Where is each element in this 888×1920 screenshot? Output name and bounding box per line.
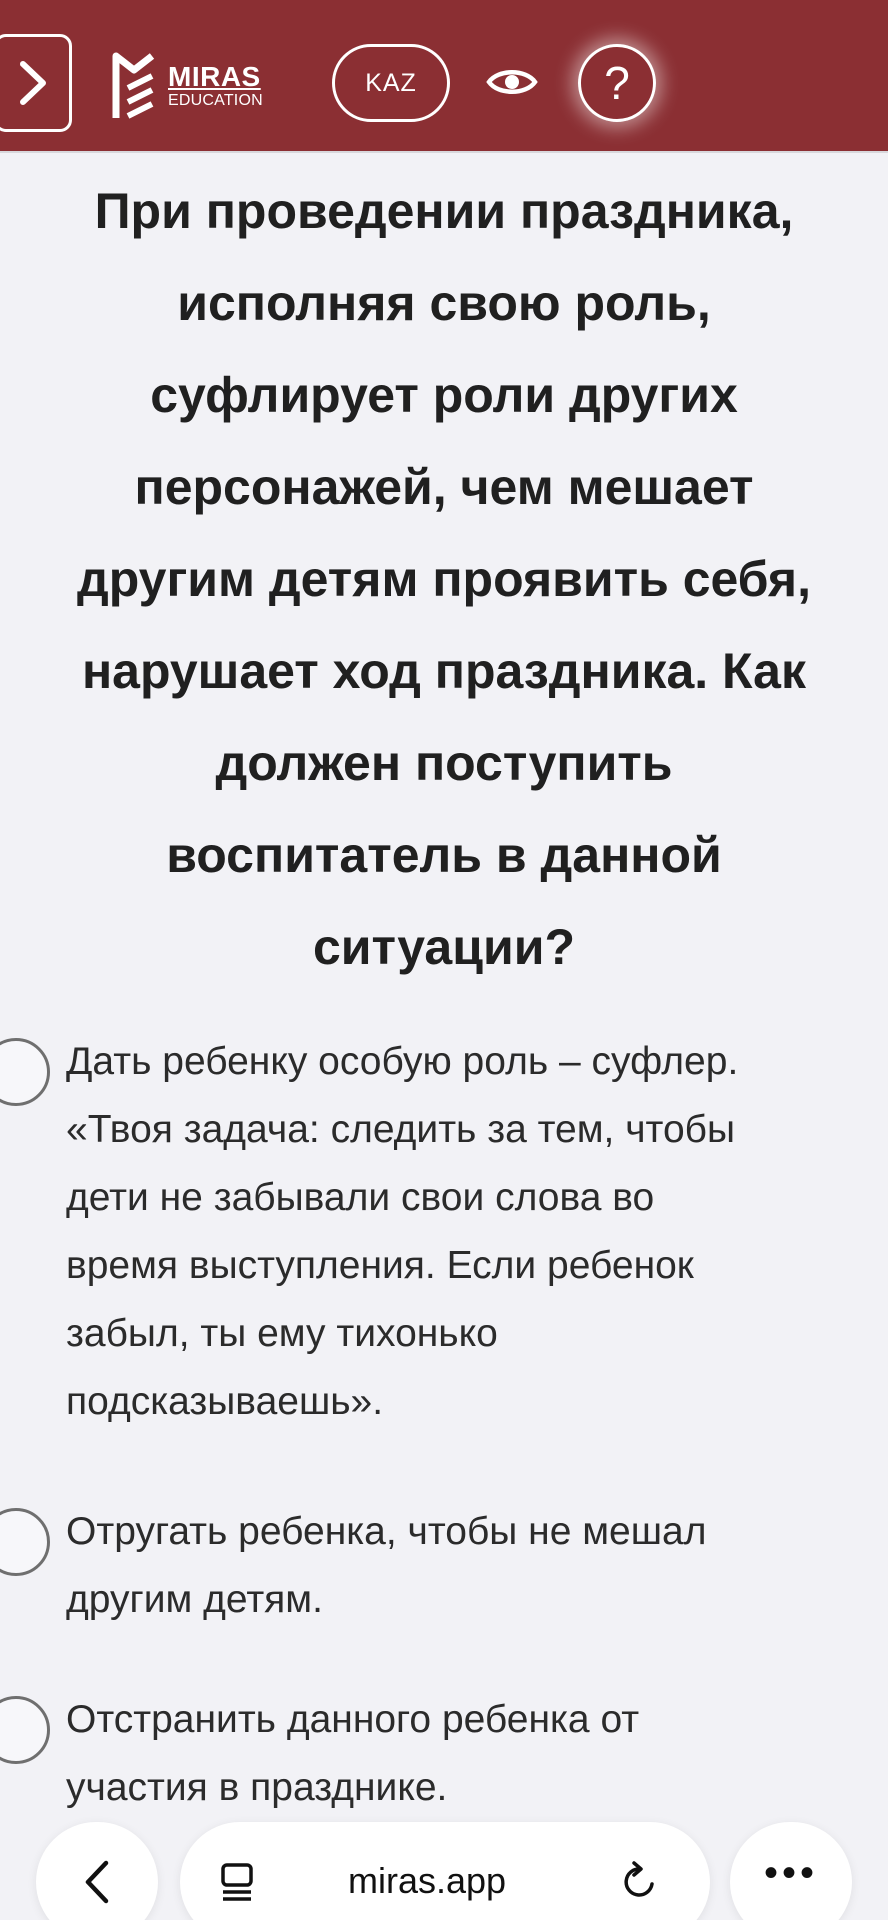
option-text: Отстранить данного ребенка от участия в … [66, 1698, 640, 1809]
logo-mark-icon [112, 52, 155, 119]
reader-mode-icon[interactable] [220, 1862, 254, 1902]
question-text: При проведении праздника, исполняя свою … [77, 183, 811, 975]
chevron-left-icon [85, 1860, 109, 1904]
accessibility-eye-button[interactable] [483, 60, 541, 104]
logo-text: MIRAS EDUCATION [168, 63, 263, 109]
eye-icon [486, 70, 538, 94]
radio-button[interactable] [0, 1508, 50, 1576]
chevron-right-icon [20, 61, 46, 105]
reload-icon[interactable] [620, 1860, 660, 1902]
help-button[interactable]: ? [578, 44, 656, 122]
url-text: miras.app [348, 1860, 507, 1901]
logo-sub: EDUCATION [168, 92, 263, 109]
logo-brand: MIRAS [168, 61, 261, 92]
menu-button[interactable] [0, 34, 72, 132]
option-text: Дать ребенку особую роль – суфлер. «Твоя… [66, 1040, 739, 1423]
language-button[interactable]: KAZ [332, 44, 450, 122]
quiz-page: MIRAS EDUCATION KAZ ? При проведении пра… [0, 0, 888, 1920]
miras-logo[interactable]: MIRAS EDUCATION [112, 46, 302, 126]
app-header: MIRAS EDUCATION KAZ ? [0, 0, 888, 153]
address-bar[interactable]: miras.app [180, 1822, 710, 1920]
more-icon: ••• [763, 1851, 818, 1895]
radio-button[interactable] [0, 1696, 50, 1764]
radio-button[interactable] [0, 1038, 50, 1106]
option-text: Отругать ребенка, чтобы не мешал другим … [66, 1510, 707, 1621]
